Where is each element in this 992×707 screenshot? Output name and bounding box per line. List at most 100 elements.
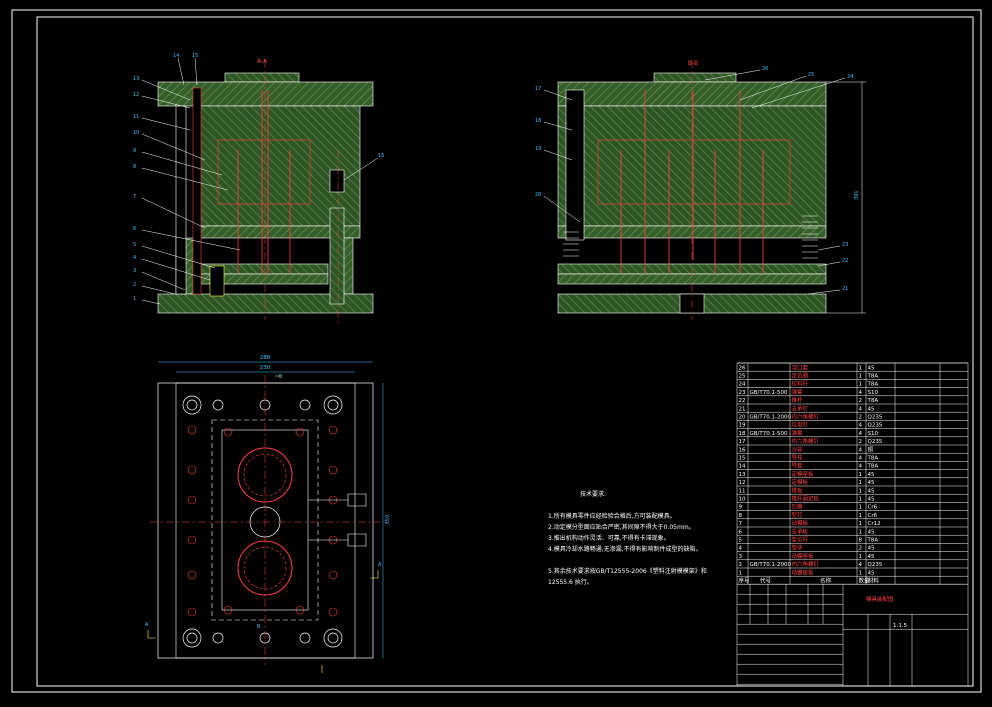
bom-cell-qty: 1 (859, 365, 863, 371)
bom-cell-name: 推板 (792, 486, 804, 494)
bom-cell-no: 24 (739, 382, 746, 388)
bom-cell-material: 45 (868, 497, 875, 503)
bom-cell-name: 浇口套 (792, 363, 809, 371)
svg-text:14: 14 (173, 53, 179, 59)
svg-text:26: 26 (762, 66, 768, 72)
bom-cell-no: 22 (739, 398, 746, 404)
svg-text:21: 21 (842, 286, 848, 292)
svg-text:16: 16 (378, 153, 384, 159)
bom-cell-no: 1 (739, 570, 743, 576)
bom-cell-material: Cr6 (868, 505, 878, 511)
bom-cell-qty: 4 (859, 464, 863, 470)
bom-cell-qty: 4 (859, 390, 863, 396)
bom-cell-name: 定模座板 (792, 470, 815, 478)
svg-text:20: 20 (535, 192, 541, 198)
bom-cell-qty: 2 (859, 415, 863, 421)
section-label-bb: B-B (688, 60, 698, 67)
bom-cell-no: 26 (739, 365, 746, 371)
bom-cell-no: 23 (739, 390, 746, 396)
bom-cell-qty: 4 (859, 562, 863, 568)
bom-cell-qty: 4 (859, 447, 863, 453)
section-view-aa: A-A 13 12 11 10 9 8 7 6 5 4 3 2 1 14 15 16 (133, 53, 384, 325)
bom-cell-no: 8 (739, 513, 743, 519)
bom-cell-name: 拉料杆 (792, 380, 809, 388)
bom-cell-no: 21 (739, 406, 746, 412)
bom-cell-no: 20 (739, 415, 746, 421)
drawing-canvas: A-A 13 12 11 10 9 8 765 432 1 14 15 16 3… (0, 0, 992, 703)
requirements-title: 技术要求: (580, 491, 607, 498)
svg-text:19: 19 (535, 146, 541, 152)
bom-cell-material: T8A (867, 374, 879, 380)
bom-table: 26 浇口套 1 4525 定位圈 1 T8A24 拉料杆 1 T8A23 GB/T70.1-500… (736, 362, 969, 687)
svg-text:11: 11 (133, 114, 139, 120)
bom-cell-material: 45 (868, 554, 875, 560)
bom-cell-material: 45 (868, 472, 875, 478)
bom-cell-material: T8A (867, 538, 879, 544)
bom-cell-qty: 1 (859, 529, 863, 535)
bom-cell-no: 16 (739, 447, 746, 453)
bom-cell-material: Cr12 (868, 521, 881, 527)
bom-cell-material: Q235 (868, 439, 883, 445)
bom-cell-qty: 1 (859, 513, 863, 519)
svg-text:3: 3 (133, 268, 136, 274)
section-label-aa: A-A (257, 58, 268, 65)
bom-cell-qty: 1 (859, 570, 863, 576)
bom-cell-material: 45 (868, 480, 875, 486)
dim-height-side: 391 (854, 190, 860, 200)
requirement-line: 3.推出机构动作灵活、可靠,不得有卡滞现象。 (548, 535, 670, 542)
bom-cell-material: Q235 (868, 423, 883, 429)
bom-cell-qty: 1 (859, 480, 863, 486)
bom-cell-name: 支承钉 (792, 404, 809, 412)
svg-text:18: 18 (535, 118, 541, 124)
svg-text:5: 5 (133, 242, 136, 248)
section-mark-a-left: A (145, 622, 149, 628)
bom-cell-name: 动模座板 (792, 568, 815, 576)
bom-cell-no: 5 (739, 538, 743, 544)
bom-cell-material: 45 (868, 365, 875, 371)
bom-cell-material: 45 (868, 406, 875, 412)
svg-text:7: 7 (133, 194, 136, 200)
bom-cell-qty: 2 (859, 546, 863, 552)
svg-text:24: 24 (847, 74, 853, 80)
section-mark-a-right: A (378, 562, 382, 568)
bom-cell-no: 13 (739, 472, 746, 478)
bom-cell-name: 推杆 (792, 396, 804, 404)
bom-cell-no: 6 (739, 529, 743, 535)
bom-cell-material: 铜 (868, 445, 874, 453)
bom-cell-name: 推杆固定板 (792, 495, 820, 503)
requirement-line: 5.其余技术要求按GB/T12555-2006《塑料注射模模架》和 (548, 568, 707, 575)
bom-cell-qty: 1 (859, 505, 863, 511)
bom-cell-code: GB/T70.1-2000 (750, 415, 792, 421)
cad-drawing: A-A 131211 1098 765 432 114 15 16 391 B-… (11, 9, 982, 693)
bom-cell-qty: 1 (859, 497, 863, 503)
bom-cell-material: Q235 (868, 415, 883, 421)
section-mark-b-top: B (279, 374, 283, 380)
bom-cell-code: GB/T70.1-2000 (750, 562, 792, 568)
bom-cell-no: 10 (739, 497, 746, 503)
bom-cell-qty: 4 (859, 456, 863, 462)
bom-cell-name: 复位杆 (792, 536, 809, 544)
bom-cell-name: 内六角螺钉 (792, 413, 820, 421)
svg-text:1: 1 (133, 296, 136, 302)
bom-header-code: 代号 (760, 577, 772, 585)
bom-cell-qty: 4 (859, 406, 863, 412)
bom-cell-no: 12 (739, 480, 746, 486)
requirement-line: 4.模具冷却水路畅通,无渗漏,不得有影响制件成型的缺陷。 (548, 546, 702, 553)
svg-text:12: 12 (133, 92, 139, 98)
bom-cell-no: 18 (739, 431, 746, 437)
svg-text:8: 8 (133, 164, 136, 170)
bom-cell-no: 14 (739, 464, 746, 470)
bom-cell-material: S10 (868, 431, 879, 437)
requirement-line: 2.动定模分型面应贴合严密,其间隙不得大于0.05mm。 (548, 524, 695, 531)
bom-cell-material: T8A (867, 398, 879, 404)
bom-cell-name: 支承板 (792, 527, 809, 535)
svg-text:25: 25 (808, 72, 814, 78)
bom-cell-no: 25 (739, 374, 746, 380)
bom-cell-material: 45 (868, 570, 875, 576)
drawing-title: 模具装配图 (866, 595, 894, 603)
bom-cell-material: 45 (868, 488, 875, 494)
bom-cell-name: 型芯 (792, 511, 804, 519)
bom-cell-qty: 2 (859, 439, 863, 445)
bom-cell-material: 45 (868, 546, 875, 552)
bom-cell-name: 内六角螺钉 (792, 437, 820, 445)
